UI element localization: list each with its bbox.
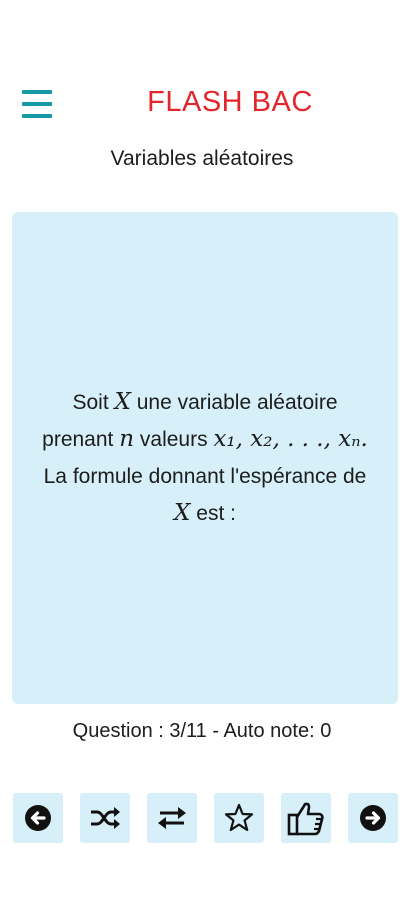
flashcard[interactable]: Soit X une variable aléatoire prenant n … — [12, 212, 398, 704]
swap-button[interactable] — [147, 793, 197, 843]
next-icon — [360, 805, 386, 831]
question-line-4: X est : — [42, 495, 368, 532]
like-button[interactable] — [281, 793, 331, 843]
star-icon — [224, 803, 254, 832]
swap-icon — [158, 807, 186, 829]
math-expression: x₁, x₂, . . ., xₙ. — [213, 426, 368, 452]
question-line-3: La formule donnant l'espérance de — [43, 465, 367, 488]
previous-button[interactable] — [13, 793, 63, 843]
flashcard-question: Soit X une variable aléatoire prenant n … — [42, 384, 368, 532]
favorite-button[interactable] — [214, 793, 264, 843]
text: une variable aléatoire — [136, 391, 338, 414]
section-title: Variables aléatoires — [110, 147, 294, 170]
previous-icon — [25, 805, 51, 831]
next-button[interactable] — [348, 793, 398, 843]
text: valeurs — [139, 428, 208, 451]
app-title: FLASH BAC — [147, 86, 313, 118]
app-screen: FLASH BAC Variables aléatoires Soit X un… — [0, 0, 404, 900]
shuffle-icon — [91, 807, 120, 829]
math-variable: X — [114, 389, 131, 415]
text: prenant — [42, 428, 114, 451]
question-line-1: Soit X une variable aléatoire — [42, 384, 368, 421]
text: est : — [196, 502, 236, 525]
text: Soit — [72, 391, 109, 414]
question-status: Question : 3/11 - Auto note: 0 — [72, 720, 332, 742]
math-variable: X — [174, 500, 191, 526]
bottom-toolbar — [13, 793, 399, 843]
thumbs-up-icon — [287, 802, 324, 836]
shuffle-button[interactable] — [80, 793, 130, 843]
math-variable: n — [119, 426, 135, 452]
question-line-2: prenant n valeurs x₁, x₂, . . ., xₙ. — [42, 421, 368, 458]
